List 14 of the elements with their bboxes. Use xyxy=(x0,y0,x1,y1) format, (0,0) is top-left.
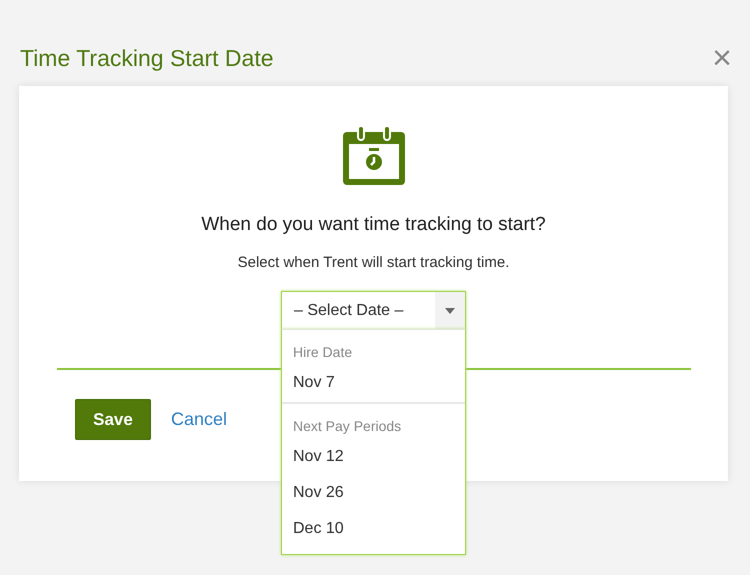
question-heading: When do you want time tracking to start? xyxy=(201,214,546,236)
dialog-title: Time Tracking Start Date xyxy=(20,44,274,72)
cancel-link[interactable]: Cancel xyxy=(171,409,228,430)
date-select[interactable]: – Select Date – xyxy=(281,291,466,330)
description-text: Select when Trent will start tracking time. xyxy=(238,254,510,271)
save-button[interactable]: Save xyxy=(75,399,151,440)
date-option[interactable]: Dec 10 xyxy=(293,512,454,548)
group-label: Hire Date xyxy=(293,344,354,360)
date-option[interactable]: Nov 12 xyxy=(293,440,454,476)
date-option[interactable]: Nov 7 xyxy=(293,366,454,402)
group-label: Next Pay Periods xyxy=(293,418,402,434)
date-option[interactable]: Nov 26 xyxy=(293,476,454,512)
calendar-stopwatch-icon xyxy=(342,124,406,186)
caret-icon xyxy=(445,308,455,314)
